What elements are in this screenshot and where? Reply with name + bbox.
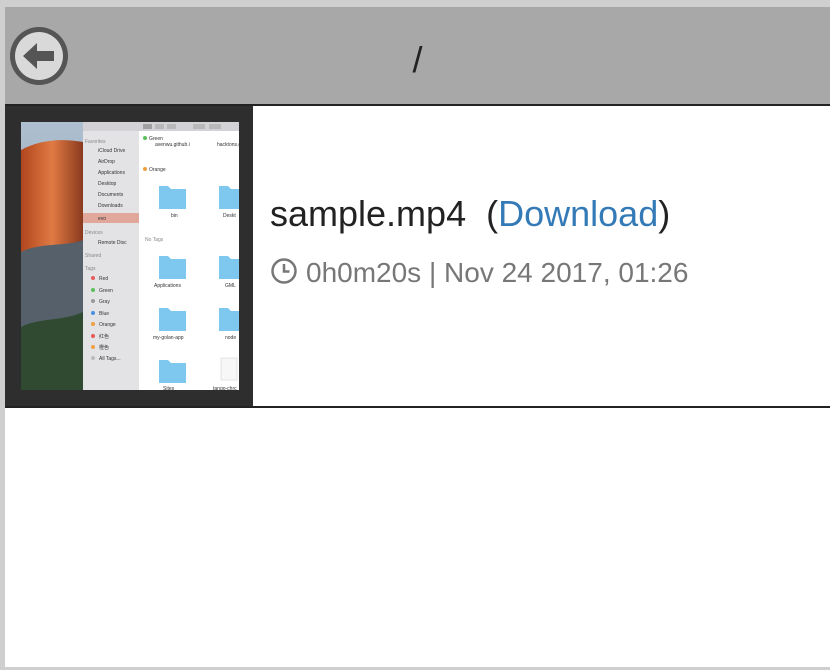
page: / Favorites iCloud Drive AirDrop Applica…	[0, 0, 830, 670]
download-link[interactable]: Download	[498, 193, 658, 234]
svg-text:hacktons.g: hacktons.g	[217, 142, 239, 148]
svg-text:Deskt: Deskt	[223, 213, 236, 219]
svg-text:Applications: Applications	[98, 170, 125, 176]
svg-text:Orange: Orange	[149, 167, 166, 173]
svg-text:Red: Red	[99, 276, 108, 282]
clock-icon	[271, 258, 297, 284]
svg-text:iCloud Drive: iCloud Drive	[98, 148, 125, 154]
svg-text:avenwu.github.i: avenwu.github.i	[155, 142, 190, 148]
svg-text:橙色: 橙色	[99, 344, 109, 351]
svg-text:Desktop: Desktop	[98, 181, 117, 187]
svg-text:Applications: Applications	[154, 283, 181, 289]
finder-screenshot-image: Favorites iCloud Drive AirDrop Applicati…	[21, 122, 239, 390]
current-path: /	[412, 39, 423, 80]
svg-text:Green: Green	[99, 288, 113, 294]
video-thumbnail: Favorites iCloud Drive AirDrop Applicati…	[21, 122, 239, 390]
file-duration: 0h0m20s	[306, 257, 422, 288]
close-paren: )	[658, 193, 671, 234]
svg-text:Documents: Documents	[98, 192, 124, 198]
svg-text:Blue: Blue	[99, 311, 109, 317]
svg-text:Tags: Tags	[85, 266, 96, 272]
header-bar: /	[5, 7, 830, 106]
svg-text:Gray: Gray	[99, 299, 110, 305]
svg-text:Remote Disc: Remote Disc	[98, 240, 127, 246]
file-meta: 0h0m20s | Nov 24 2017, 01:26	[270, 257, 688, 289]
svg-text:Favorites: Favorites	[85, 139, 106, 145]
svg-text:No Tags: No Tags	[145, 237, 164, 243]
svg-text:Shared: Shared	[85, 253, 101, 259]
svg-text:my-golan-app: my-golan-app	[153, 335, 184, 341]
svg-text:All Tags...: All Tags...	[99, 356, 121, 362]
svg-text:GML: GML	[225, 283, 236, 289]
svg-text:bin: bin	[171, 213, 178, 219]
svg-text:Sites: Sites	[163, 386, 175, 390]
svg-text:AirDrop: AirDrop	[98, 159, 115, 165]
meta-separator: |	[428, 257, 437, 288]
file-info: sample.mp4 (Download) 0h0m20s | Nov 24 2…	[270, 192, 688, 289]
file-row: Favorites iCloud Drive AirDrop Applicati…	[5, 106, 830, 408]
open-paren: (	[486, 193, 499, 234]
svg-text:红色: 红色	[99, 333, 109, 340]
file-title-line: sample.mp4 (Download)	[270, 192, 688, 236]
svg-text:Devices: Devices	[85, 230, 103, 236]
svg-text:tango-chrc: tango-chrc	[213, 386, 237, 390]
file-name: sample.mp4	[270, 193, 467, 234]
file-date: Nov 24 2017, 01:26	[444, 257, 689, 288]
svg-text:Downloads: Downloads	[98, 203, 123, 209]
svg-text:Orange: Orange	[99, 322, 116, 328]
svg-text:node: node	[225, 335, 236, 341]
svg-text:evo: evo	[98, 216, 106, 222]
video-thumbnail-frame[interactable]: Favorites iCloud Drive AirDrop Applicati…	[5, 106, 253, 406]
